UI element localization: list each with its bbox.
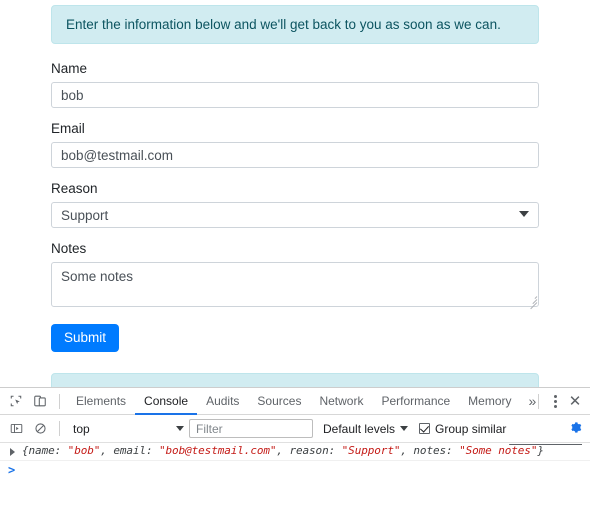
notes-textarea[interactable]: Some notes (51, 262, 539, 307)
contact-form: Enter the information below and we'll ge… (51, 5, 539, 387)
console-log-entry[interactable]: Form.tsx:91 {name: "bob", email: "bob@te… (0, 443, 590, 461)
field-name: Name (51, 61, 539, 108)
execution-context-select[interactable]: top (67, 419, 189, 438)
devtools-tabbar-right: ✕ (531, 388, 586, 415)
devtools-tabbar: Elements Console Audits Sources Network … (0, 388, 590, 415)
group-similar-label: Group similar (435, 422, 506, 436)
submit-button[interactable]: Submit (51, 324, 119, 352)
email-input[interactable] (51, 142, 539, 168)
log-levels-label: Default levels (323, 422, 395, 436)
console-filter-input[interactable] (189, 419, 313, 438)
console-prompt-row[interactable]: > (0, 461, 590, 481)
field-notes: Notes Some notes (51, 241, 539, 307)
console-output: Form.tsx:91 {name: "bob", email: "bob@te… (0, 443, 590, 506)
obj-key: email (113, 444, 146, 457)
obj-key: notes (413, 444, 446, 457)
tab-sources[interactable]: Sources (248, 388, 310, 415)
inspect-element-icon[interactable] (4, 390, 28, 413)
tab-audits[interactable]: Audits (197, 388, 248, 415)
notes-label: Notes (51, 241, 539, 257)
console-object-text: {name: "bob", email: "bob@testmail.com",… (22, 444, 544, 457)
name-label: Name (51, 61, 539, 77)
chevron-down-icon (176, 426, 184, 431)
obj-value: "Support" (342, 444, 401, 457)
obj-key: reason (289, 444, 328, 457)
console-filter-bar: top Default levels Group similar (0, 415, 590, 443)
tab-elements[interactable]: Elements (67, 388, 135, 415)
clear-console-icon[interactable] (28, 417, 52, 440)
tab-performance[interactable]: Performance (372, 388, 459, 415)
tab-console[interactable]: Console (135, 388, 197, 415)
toolbar-divider (59, 394, 60, 409)
page-content: Enter the information below and we'll ge… (0, 0, 590, 387)
notes-textarea-wrap: Some notes (51, 262, 539, 307)
chevron-down-icon (400, 426, 408, 431)
success-alert: The form was successfully submitted! (51, 373, 539, 387)
execution-context-value: top (73, 422, 90, 436)
device-toolbar-icon[interactable] (28, 390, 52, 413)
tab-memory[interactable]: Memory (459, 388, 520, 415)
name-input[interactable] (51, 82, 539, 108)
reason-label: Reason (51, 181, 539, 197)
toolbar-divider-right (538, 394, 539, 409)
email-label: Email (51, 121, 539, 137)
console-prompt-icon: > (8, 463, 15, 477)
expand-object-icon[interactable] (10, 448, 15, 456)
obj-value: "Some notes" (459, 444, 537, 457)
reason-select-wrap (51, 202, 539, 228)
close-icon[interactable]: ✕ (564, 390, 586, 413)
info-alert: Enter the information below and we'll ge… (51, 5, 539, 44)
reason-select[interactable] (51, 202, 539, 228)
group-similar-toggle[interactable]: Group similar (419, 422, 506, 436)
devtools-panel: Elements Console Audits Sources Network … (0, 387, 590, 508)
field-email: Email (51, 121, 539, 168)
settings-gear-icon[interactable] (569, 421, 582, 439)
filterbar-divider (59, 421, 60, 436)
obj-value: "bob" (68, 444, 101, 457)
devtools-tab-list: Elements Console Audits Sources Network … (67, 388, 544, 415)
group-similar-checkbox[interactable] (419, 423, 430, 434)
log-levels-dropdown[interactable]: Default levels (323, 422, 408, 436)
obj-value: "bob@testmail.com" (159, 444, 276, 457)
more-options-icon[interactable] (546, 390, 564, 413)
console-sidebar-toggle-icon[interactable] (4, 417, 28, 440)
field-reason: Reason (51, 181, 539, 228)
tab-network[interactable]: Network (310, 388, 372, 415)
obj-key: name (29, 444, 55, 457)
